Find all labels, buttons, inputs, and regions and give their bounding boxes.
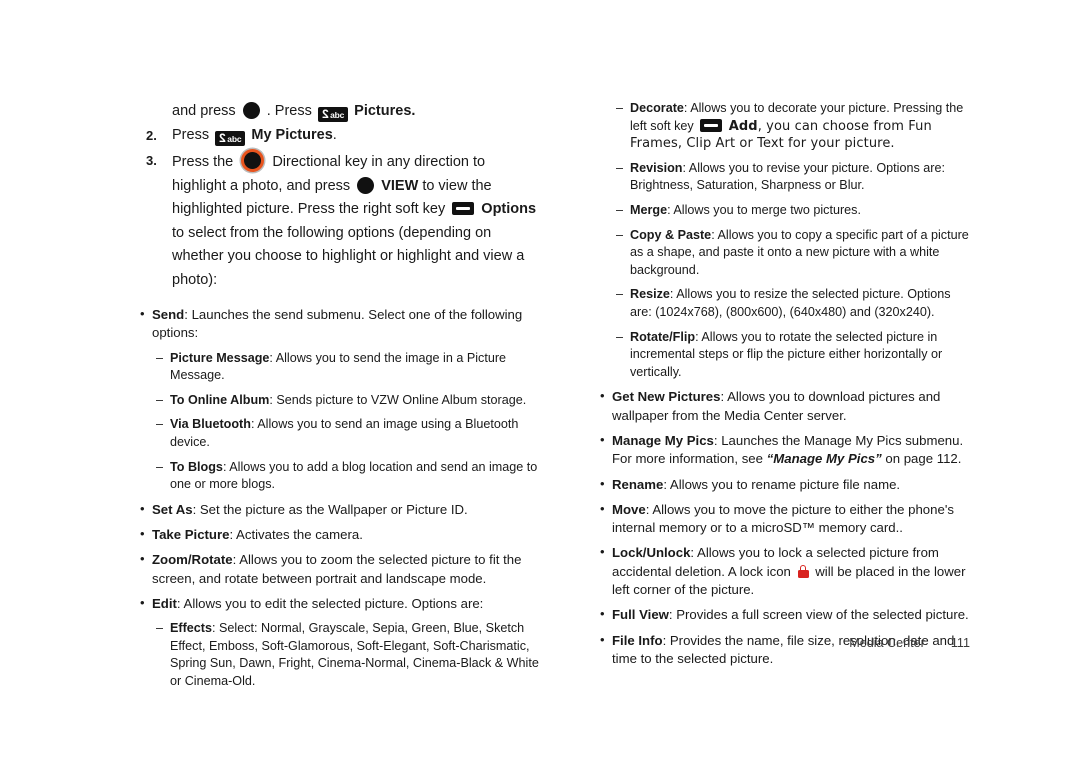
list-item: To Online Album: Sends picture to VZW On… [156,392,540,410]
sub-term: Revision [630,160,683,175]
list-item: Resize: Allows you to resize the selecte… [616,286,970,321]
sub-term: To Blogs [170,459,223,474]
list-item: Effects: Select: Normal, Grayscale, Sepi… [156,620,540,690]
step-3-line3-bold: Options [481,201,537,217]
list-item: Revision: Allows you to revise your pict… [616,160,970,195]
bullet-term: Full View [612,607,669,623]
sub-bold-add: Add [728,118,758,134]
bullet-text: : Provides a full screen view of the sel… [668,607,969,623]
directional-key-icon[interactable] [241,149,265,172]
footer-section-label: Media Center [849,636,925,650]
list-item: Merge: Allows you to merge two pictures. [616,202,970,220]
lock-icon [797,564,809,578]
bullet-text: : Launches the send submenu. Select one … [152,307,523,341]
right-column: Decorate: Allows you to decorate your pi… [600,100,970,668]
bullet-text: : Activates the camera. [229,527,363,543]
step-2-number: 2. [146,127,157,143]
step-2-pre: Press [172,126,210,143]
sub-term: Resize [630,287,670,302]
sub-term: To Online Album [170,392,270,407]
bullet-text-b: on page 112. [881,451,962,467]
bullet-term: Set As [152,501,193,517]
list-item: Take Picture: Activates the camera. [140,525,540,544]
list-item: Picture Message: Allows you to send the … [156,350,540,385]
step-2: 2. Press 2 abc My Pictures. [140,124,540,148]
step-3-line3-pre: highlighted picture. Press the right sof… [172,201,446,217]
step-3-line2-pre: highlight a photo, and press [172,177,351,194]
sub-text: : Allows you to merge two pictures. [667,202,861,217]
step-2-post: . [332,126,337,143]
list-item: Send: Launches the send submenu. Select … [140,305,540,343]
soft-key-icon[interactable] [700,118,723,132]
step-3-line1-post: Directional key in any direction to [272,154,486,170]
list-item: Rotate/Flip: Allows you to rotate the se… [616,329,970,382]
list-item: Manage My Pics: Launches the Manage My P… [600,431,970,469]
intro-line: and press . Press 2 abc Pictures. [140,100,540,124]
list-item: Set As: Set the picture as the Wallpaper… [140,500,540,519]
sub-term: Picture Message [170,350,270,365]
ok-center-button-icon[interactable] [242,102,260,119]
list-item: Lock/Unlock: Allows you to lock a select… [600,543,970,599]
soft-key-icon[interactable] [452,202,475,215]
bullet-term: Manage My Pics [612,432,714,448]
bullet-term: Rename [612,476,664,492]
step-3-line5: you choose to highlight or highlight and… [172,248,525,288]
bullet-text: : Allows you to move the picture to eith… [612,501,954,536]
step-3-line2-post: to view the [422,177,492,194]
list-item: Zoom/Rotate: Allows you to zoom the sele… [140,550,540,588]
manual-page: and press . Press 2 abc Pictures. 2. Pres… [0,0,1080,771]
sub-term: Merge [630,202,668,217]
list-item: To Blogs: Allows you to add a blog locat… [156,459,540,494]
sub-text: : Select: Normal, Grayscale, Sepia, Gree… [170,621,539,689]
step-3-line2-bold: VIEW [381,177,419,194]
list-item: Copy & Paste: Allows you to copy a speci… [616,227,970,280]
sub-term: Decorate [630,101,684,115]
lock-body [797,569,809,578]
list-item: Rename: Allows you to rename picture fil… [600,474,970,494]
sub-term: Effects [170,621,212,636]
step-2-bold: My Pictures [251,126,333,143]
sub-term: Via Bluetooth [170,417,251,432]
left-column: and press . Press 2 abc Pictures. 2. Pres… [140,100,540,691]
bullet-term: Lock/Unlock [612,545,691,561]
key-2abc-icon[interactable]: 2 abc [215,130,246,146]
bullet-term: Get New Pictures [612,389,721,405]
sub-text: : Allows you to add a blog location and … [170,459,538,492]
key-2abc-icon[interactable]: 2 abc [317,107,349,122]
sub-text: : Allows you to resize the selected pict… [630,287,951,319]
ok-center-button-icon[interactable] [357,176,375,194]
list-item: Move: Allows you to move the picture to … [600,500,970,538]
intro-mid: . Press [266,103,312,119]
step-3: 3. Press the Directional key in any dire… [140,149,540,292]
list-item: Via Bluetooth: Allows you to send an ima… [156,416,540,451]
list-item: Get New Pictures: Allows you to download… [600,387,970,425]
list-item: Full View: Provides a full screen view o… [600,605,970,624]
sub-term: Rotate/Flip [630,329,696,344]
cross-reference-link[interactable]: “Manage My Pics” [767,451,882,466]
sub-text: : Sends picture to VZW Online Album stor… [269,392,527,407]
intro-bold-tail: Pictures. [354,103,416,119]
list-item: Edit: Allows you to edit the selected pi… [140,594,540,613]
list-item: Decorate: Allows you to decorate your pi… [616,100,970,153]
bullet-text: : Allows you to rename picture file name… [663,476,901,492]
bullet-text: : Allows you to edit the selected pictur… [176,595,484,611]
sub-term: Copy & Paste [630,227,712,242]
page-number: 111 [950,636,970,650]
bullet-text: : Set the picture as the Wallpaper or Pi… [192,501,468,517]
bullet-term: Edit [152,595,177,611]
bullet-term: Send [152,307,185,322]
step-3-number: 3. [146,153,157,168]
bullet-term: Take Picture [152,527,230,543]
page-footer: Media Center 111 [600,636,970,650]
bullet-term: Zoom/Rotate [152,552,233,568]
intro-lead: and press [172,103,236,119]
step-3-line1-pre: Press the [172,154,234,170]
bullet-term: Move [612,501,646,517]
